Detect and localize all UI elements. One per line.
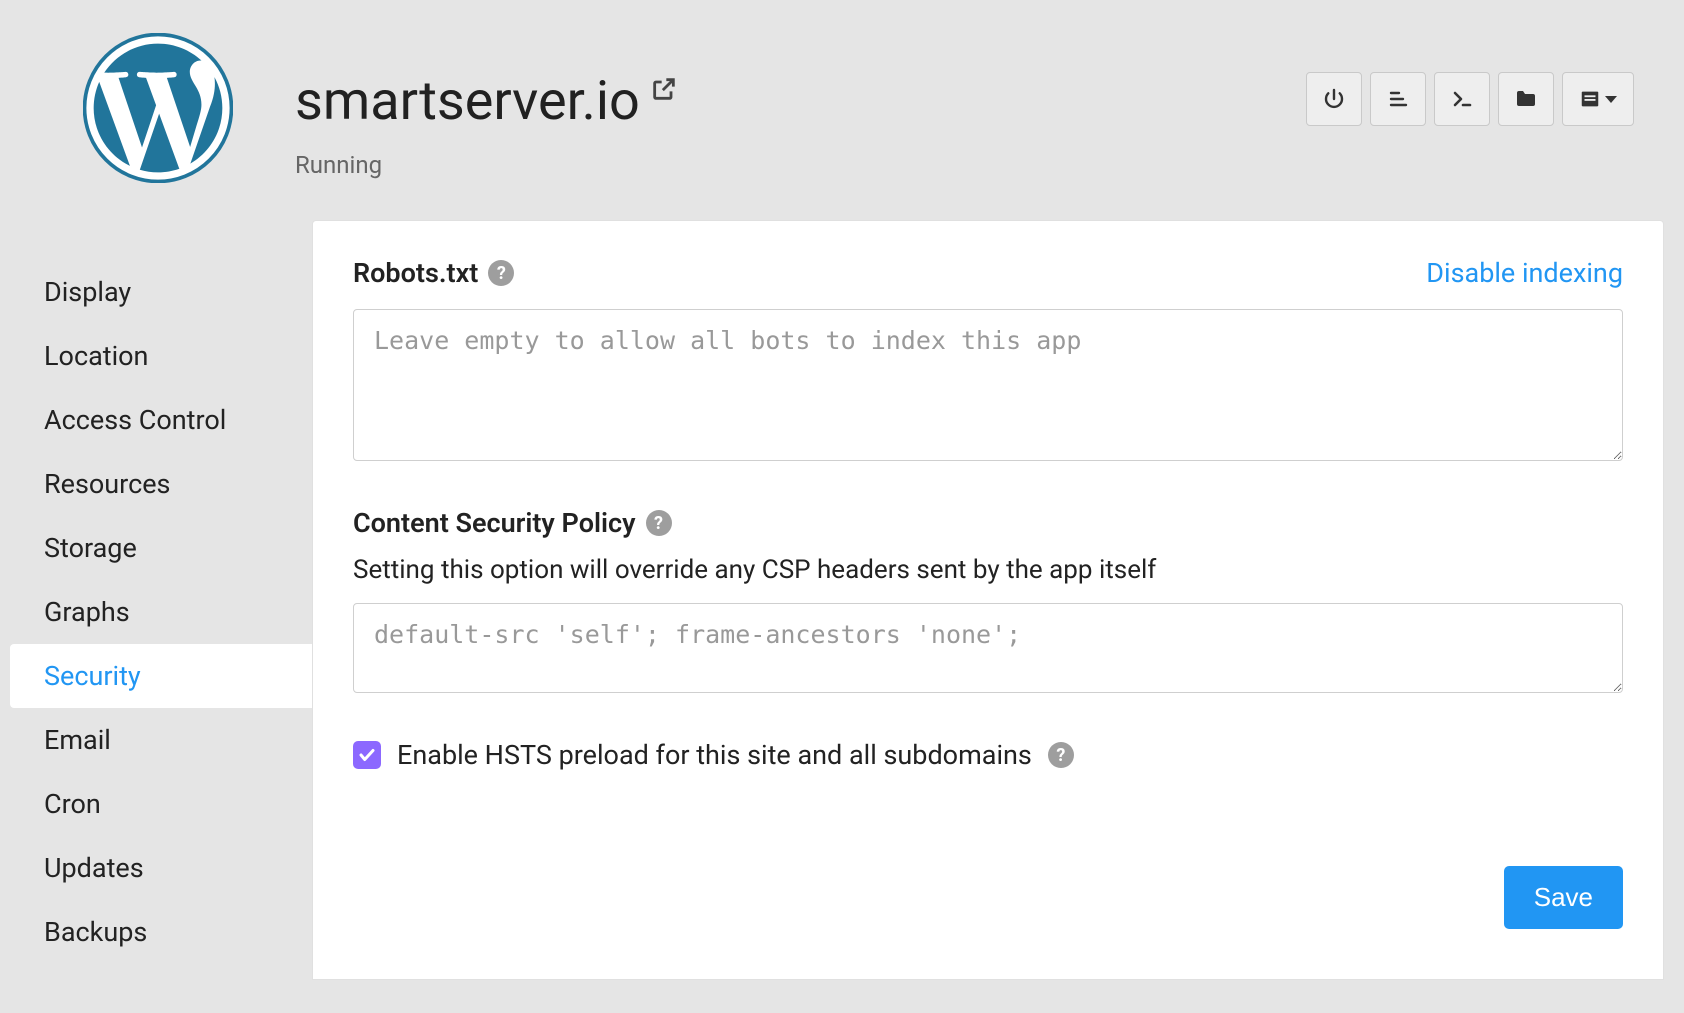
sidebar-item-label: Display: [44, 276, 131, 308]
hsts-checkbox[interactable]: [353, 741, 381, 769]
sidebar-item-label: Backups: [44, 916, 147, 948]
csp-section: Content Security Policy ? Setting this o…: [353, 507, 1623, 697]
sidebar-item-cron[interactable]: Cron: [10, 772, 312, 836]
sidebar-item-label: Resources: [44, 468, 170, 500]
header: smartserver.io Running: [0, 0, 1684, 220]
csp-note: Setting this option will override any CS…: [353, 555, 1623, 585]
sidebar-item-email[interactable]: Email: [10, 708, 312, 772]
sidebar-item-access-control[interactable]: Access Control: [10, 388, 312, 452]
files-button[interactable]: [1498, 72, 1554, 126]
logs-button[interactable]: [1370, 72, 1426, 126]
robots-title: Robots.txt ?: [353, 257, 514, 289]
sidebar-item-label: Email: [44, 724, 111, 756]
sidebar-item-label: Security: [44, 660, 141, 692]
actions-row: Save: [353, 866, 1623, 929]
security-panel: Robots.txt ? Disable indexing Content Se…: [312, 220, 1664, 980]
sidebar-item-label: Access Control: [44, 404, 226, 436]
sidebar-item-label: Updates: [44, 852, 144, 884]
help-icon[interactable]: ?: [646, 510, 672, 536]
app-status: Running: [295, 151, 1306, 179]
sidebar-item-security[interactable]: Security: [10, 644, 312, 708]
save-button[interactable]: Save: [1504, 866, 1623, 929]
external-link-icon[interactable]: [650, 75, 678, 111]
wordpress-logo-icon: [80, 30, 235, 185]
hsts-row: Enable HSTS preload for this site and al…: [353, 739, 1623, 771]
robots-label: Robots.txt: [353, 257, 478, 289]
content-row: Display Location Access Control Resource…: [0, 220, 1684, 980]
sidebar: Display Location Access Control Resource…: [10, 220, 312, 980]
app-logo: [80, 20, 235, 185]
hsts-label: Enable HSTS preload for this site and al…: [397, 739, 1032, 771]
terminal-button[interactable]: [1434, 72, 1490, 126]
sidebar-item-label: Storage: [44, 532, 137, 564]
power-button[interactable]: [1306, 72, 1362, 126]
sidebar-item-label: Cron: [44, 788, 101, 820]
sidebar-item-label: Graphs: [44, 596, 130, 628]
more-menu-button[interactable]: [1562, 72, 1634, 126]
toolbar: [1306, 20, 1644, 126]
help-icon[interactable]: ?: [1048, 742, 1074, 768]
sidebar-item-label: Location: [44, 340, 148, 372]
sidebar-item-resources[interactable]: Resources: [10, 452, 312, 516]
app-title[interactable]: smartserver.io: [295, 70, 640, 133]
caret-down-icon: [1605, 96, 1617, 103]
sidebar-item-updates[interactable]: Updates: [10, 836, 312, 900]
sidebar-item-storage[interactable]: Storage: [10, 516, 312, 580]
csp-textarea[interactable]: [353, 603, 1623, 693]
csp-label: Content Security Policy: [353, 507, 636, 539]
sidebar-item-display[interactable]: Display: [10, 260, 312, 324]
sidebar-item-location[interactable]: Location: [10, 324, 312, 388]
csp-title: Content Security Policy ?: [353, 507, 1623, 539]
sidebar-item-backups[interactable]: Backups: [10, 900, 312, 964]
sidebar-item-graphs[interactable]: Graphs: [10, 580, 312, 644]
title-block: smartserver.io Running: [235, 20, 1306, 179]
disable-indexing-link[interactable]: Disable indexing: [1426, 257, 1623, 289]
help-icon[interactable]: ?: [488, 260, 514, 286]
robots-header: Robots.txt ? Disable indexing: [353, 257, 1623, 289]
title-row: smartserver.io: [295, 70, 1306, 133]
robots-textarea[interactable]: [353, 309, 1623, 461]
